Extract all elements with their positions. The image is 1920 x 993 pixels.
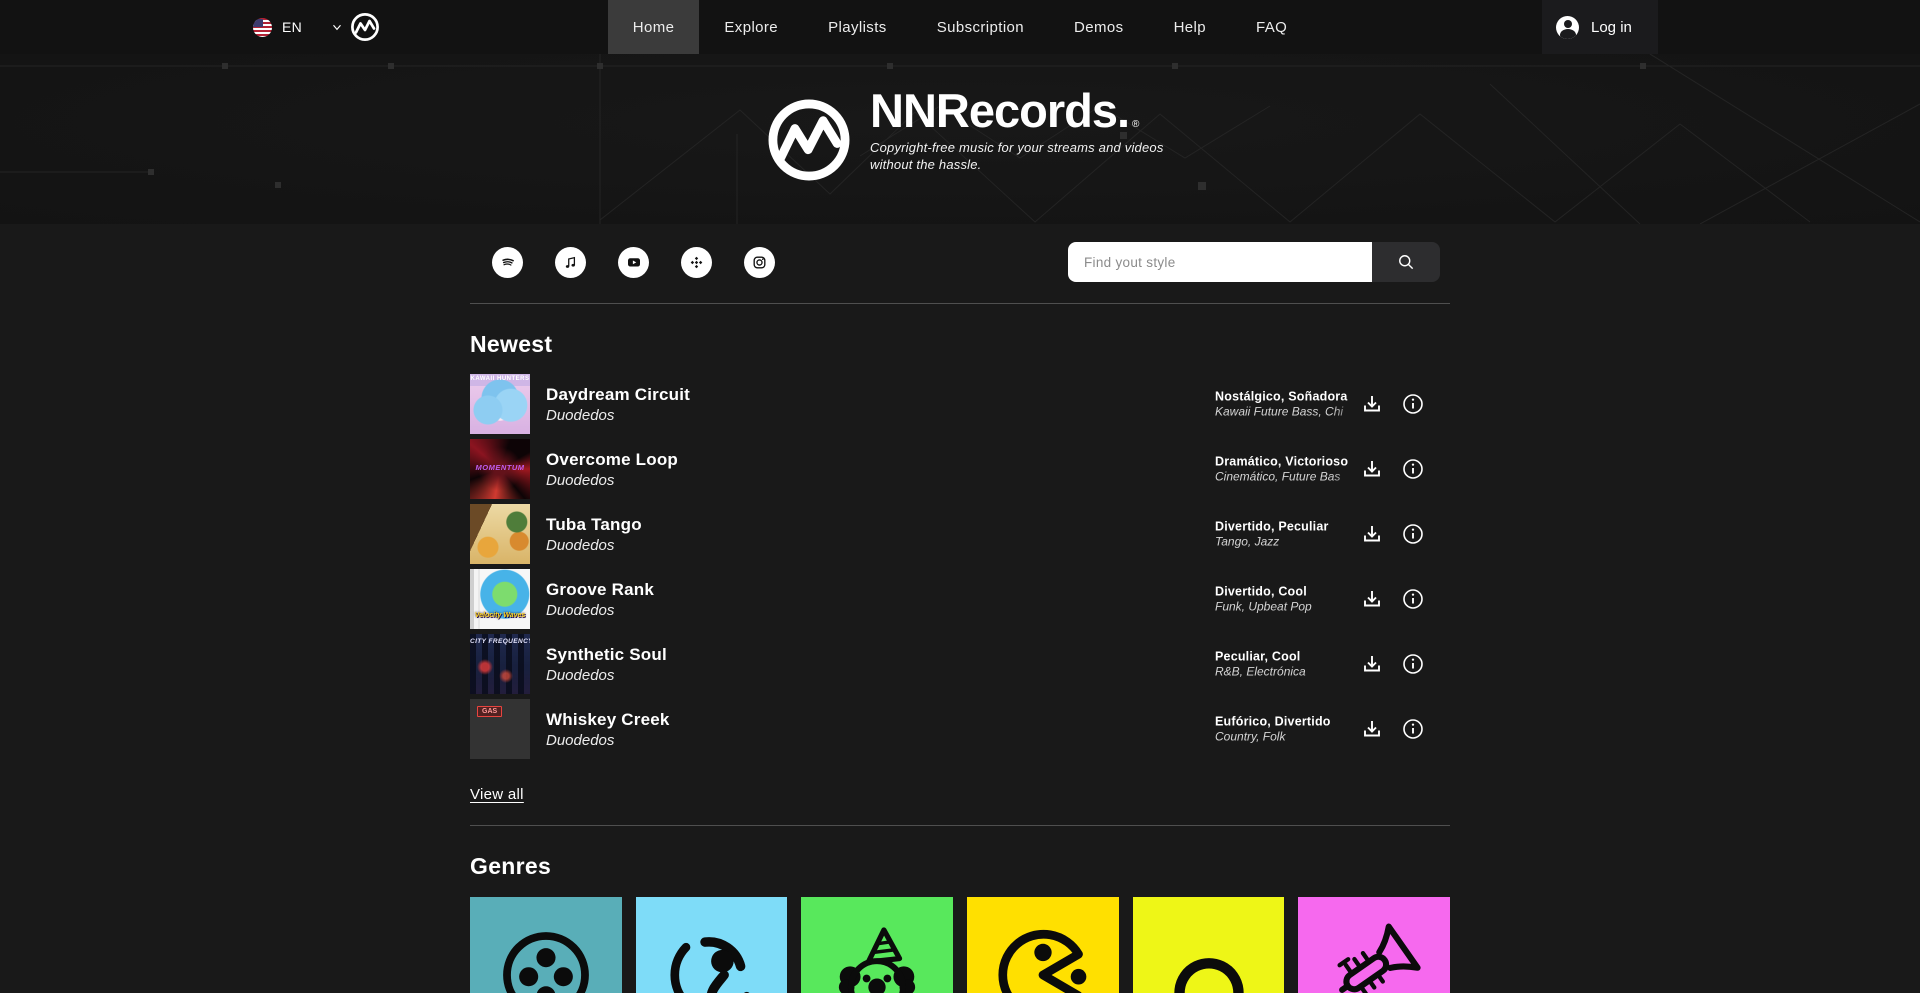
trumpet-icon <box>1322 923 1426 993</box>
track-artist: Duodedos <box>546 536 642 555</box>
us-flag-icon <box>253 18 272 37</box>
download-icon[interactable] <box>1360 522 1384 546</box>
track-moods: Divertido, Cool <box>1215 584 1365 600</box>
track-row[interactable]: Velocity Waves Groove Rank Duodedos Dive… <box>470 569 1450 629</box>
genre-tile-cinematic[interactable] <box>470 897 622 993</box>
track-list: KAWAII HUNTERS Daydream Circuit Duodedos… <box>470 374 1450 759</box>
main-nav: Home Explore Playlists Subscription Demo… <box>608 0 1312 54</box>
pacman-icon <box>991 923 1095 993</box>
track-title: Groove Rank <box>546 579 654 600</box>
newest-heading: Newest <box>470 331 1450 358</box>
divider <box>470 303 1450 304</box>
login-label: Log in <box>1591 19 1632 36</box>
nav-item-demos[interactable]: Demos <box>1049 0 1149 54</box>
track-row[interactable]: GAS Whiskey Creek Duodedos Eufórico, Div… <box>470 699 1450 759</box>
divider <box>470 825 1450 826</box>
genre-tile-funny[interactable] <box>801 897 953 993</box>
download-icon[interactable] <box>1360 587 1384 611</box>
social-links <box>492 247 775 278</box>
search-icon <box>1396 252 1416 272</box>
login-button[interactable]: Log in <box>1542 0 1658 54</box>
download-icon[interactable] <box>1360 717 1384 741</box>
track-title: Synthetic Soul <box>546 644 667 665</box>
view-all-link[interactable]: View all <box>470 786 524 803</box>
user-avatar-icon <box>1556 16 1579 39</box>
registered-trademark: ® <box>1132 119 1139 130</box>
film-reel-icon <box>494 923 598 993</box>
genres-heading: Genres <box>470 853 1450 880</box>
search-input[interactable] <box>1068 242 1372 282</box>
nav-item-faq[interactable]: FAQ <box>1231 0 1312 54</box>
brand-logo-icon[interactable] <box>350 12 380 42</box>
download-icon[interactable] <box>1360 652 1384 676</box>
ear-icon <box>660 923 764 993</box>
search-bar <box>1068 242 1440 282</box>
album-art[interactable]: GAS <box>470 699 530 759</box>
top-navbar: EN Home Explore Playlists Subscription D… <box>0 0 1920 54</box>
spotify-icon[interactable] <box>492 247 523 278</box>
brand-wordmark: NNRecords. <box>870 84 1129 138</box>
track-row[interactable]: KAWAII HUNTERS Daydream Circuit Duodedos… <box>470 374 1450 434</box>
info-icon[interactable] <box>1401 392 1425 416</box>
album-art[interactable]: KAWAII HUNTERS <box>470 374 530 434</box>
social-search-row <box>470 242 1450 282</box>
info-icon[interactable] <box>1401 587 1425 611</box>
track-artist: Duodedos <box>546 666 667 685</box>
album-art[interactable] <box>470 504 530 564</box>
genre-tile-electronic[interactable] <box>1133 897 1285 993</box>
track-row[interactable]: MOMENTUM Overcome Loop Duodedos Dramátic… <box>470 439 1450 499</box>
track-moods: Peculiar, Cool <box>1215 649 1365 665</box>
headphones-icon <box>1157 923 1261 993</box>
album-art[interactable]: MOMENTUM <box>470 439 530 499</box>
brand-logo-large-icon <box>765 96 853 184</box>
genre-tiles <box>470 897 1450 993</box>
album-art[interactable]: CITY FREQUENCY <box>470 634 530 694</box>
youtube-icon[interactable] <box>618 247 649 278</box>
apple-music-icon[interactable] <box>555 247 586 278</box>
track-artist: Duodedos <box>546 471 678 490</box>
info-icon[interactable] <box>1401 522 1425 546</box>
track-moods: Dramático, Victorioso <box>1215 454 1365 470</box>
track-row[interactable]: CITY FREQUENCY Synthetic Soul Duodedos P… <box>470 634 1450 694</box>
hero-banner: NNRecords. ® Copyright-free music for yo… <box>0 54 1920 224</box>
chevron-down-icon <box>330 20 344 34</box>
nav-item-subscription[interactable]: Subscription <box>912 0 1049 54</box>
track-artist: Duodedos <box>546 601 654 620</box>
search-button[interactable] <box>1372 242 1440 282</box>
download-icon[interactable] <box>1360 457 1384 481</box>
genre-tile-8bit[interactable] <box>967 897 1119 993</box>
download-icon[interactable] <box>1360 392 1384 416</box>
track-title: Tuba Tango <box>546 514 642 535</box>
nav-item-explore[interactable]: Explore <box>699 0 803 54</box>
brand-tagline: Copyright-free music for your streams an… <box>870 139 1164 173</box>
track-artist: Duodedos <box>546 731 670 750</box>
track-moods: Nostálgico, Soñadora <box>1215 389 1365 405</box>
genre-tile-listening[interactable] <box>636 897 788 993</box>
info-icon[interactable] <box>1401 717 1425 741</box>
clown-icon <box>825 923 929 993</box>
info-icon[interactable] <box>1401 652 1425 676</box>
tidal-icon[interactable] <box>681 247 712 278</box>
album-art[interactable]: Velocity Waves <box>470 569 530 629</box>
track-moods: Eufórico, Divertido <box>1215 714 1365 730</box>
track-row[interactable]: Tuba Tango Duodedos Divertido, Peculiar … <box>470 504 1450 564</box>
nav-item-playlists[interactable]: Playlists <box>803 0 912 54</box>
track-title: Overcome Loop <box>546 449 678 470</box>
info-icon[interactable] <box>1401 457 1425 481</box>
track-moods: Divertido, Peculiar <box>1215 519 1365 535</box>
main-content: Newest KAWAII HUNTERS Daydream Circuit D… <box>470 224 1450 993</box>
language-selector[interactable]: EN <box>253 18 344 37</box>
genre-tile-jazz[interactable] <box>1298 897 1450 993</box>
nav-item-help[interactable]: Help <box>1149 0 1231 54</box>
track-title: Whiskey Creek <box>546 709 670 730</box>
instagram-icon[interactable] <box>744 247 775 278</box>
track-artist: Duodedos <box>546 406 690 425</box>
track-title: Daydream Circuit <box>546 384 690 405</box>
language-label: EN <box>282 19 302 35</box>
nav-item-home[interactable]: Home <box>608 0 700 54</box>
